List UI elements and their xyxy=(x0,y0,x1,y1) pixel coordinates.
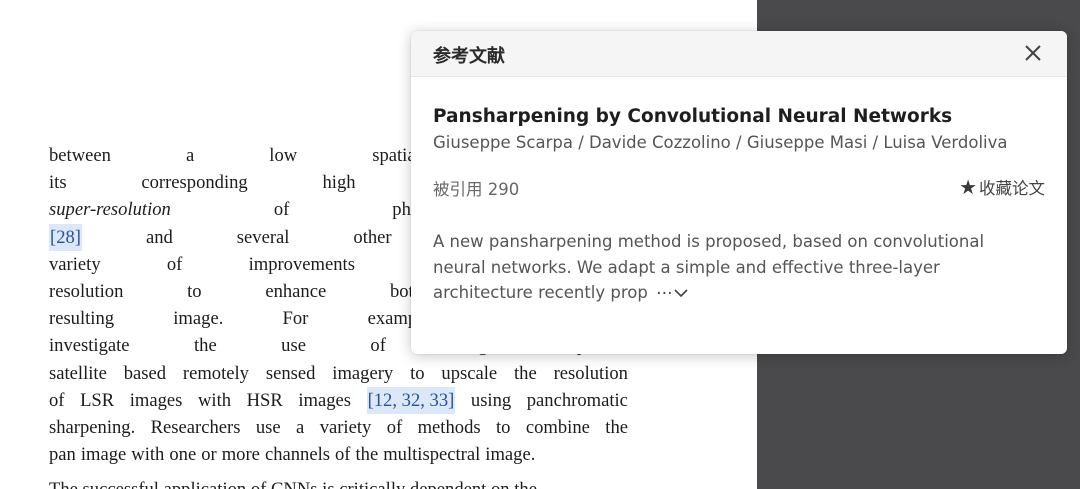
document-word: satellite xyxy=(49,362,107,384)
document-word: based xyxy=(123,362,167,384)
document-word: image. xyxy=(485,444,536,466)
document-word: of xyxy=(166,253,183,275)
document-word: images xyxy=(298,389,351,411)
document-partial-line: The successful application of CNNs is cr… xyxy=(49,476,628,489)
document-word: more xyxy=(221,444,260,466)
document-word: the xyxy=(605,416,628,438)
document-word: variety xyxy=(319,416,372,438)
document-word: For xyxy=(282,308,309,330)
ellipsis: ⋯ xyxy=(656,283,673,302)
document-word: with xyxy=(131,444,165,466)
document-word: of xyxy=(49,389,65,411)
document-word: of xyxy=(386,416,403,438)
document-word: image. xyxy=(173,308,224,330)
document-word: a xyxy=(185,145,195,166)
abstract-line: neural networks. We adapt a simple and e… xyxy=(433,257,940,277)
citation-link[interactable]: [28] xyxy=(49,223,82,251)
document-word: or xyxy=(201,444,217,466)
document-word: low xyxy=(269,145,298,166)
document-word: of xyxy=(335,444,351,466)
document-word: resolution xyxy=(49,280,124,302)
document-word: channels xyxy=(264,444,330,466)
document-word: LSR xyxy=(80,389,115,411)
abstract-line: architecture recently prop ⋯ xyxy=(433,280,1033,306)
document-word: resulting xyxy=(49,308,115,330)
document-word: improvements xyxy=(248,253,355,275)
star-icon: ★ xyxy=(959,175,977,199)
popup-header: 参考文献 xyxy=(411,31,1067,77)
expand-abstract-button[interactable]: ⋯ xyxy=(656,280,689,306)
document-word: to xyxy=(187,280,202,302)
document-word: several xyxy=(236,226,290,248)
document-word: pan xyxy=(49,444,76,466)
document-word: image xyxy=(80,444,127,466)
collect-paper-button[interactable]: ★ 收藏论文 xyxy=(959,175,1045,199)
document-word: images xyxy=(129,389,183,411)
document-word: upscale xyxy=(441,362,498,384)
document-word: of xyxy=(273,199,290,221)
document-word: resolution xyxy=(553,362,628,384)
document-word: sensed xyxy=(265,362,316,384)
document-word: between xyxy=(49,145,111,166)
document-word: variety xyxy=(49,253,101,275)
document-word: a xyxy=(296,416,305,438)
document-word: sharpening. xyxy=(49,416,136,438)
document-word: imagery xyxy=(332,362,394,384)
document-word: investigate xyxy=(49,335,130,357)
document-word: the xyxy=(194,335,217,357)
popup-title: 参考文献 xyxy=(433,46,505,67)
chevron-down-icon xyxy=(674,289,688,297)
reference-popup: 参考文献 Pansharpening by Convolutional Neur… xyxy=(411,31,1067,354)
document-word: panchromatic xyxy=(526,389,628,411)
document-line: of LSR images with HSR images [12, 32, 33] usin… xyxy=(49,386,628,414)
document-word: super-resolution xyxy=(49,199,171,221)
document-word: to xyxy=(410,362,425,384)
abstract-line-text: architecture recently prop xyxy=(433,283,648,302)
abstract-line: A new pansharpening method is proposed, … xyxy=(433,232,985,251)
document-word: the xyxy=(355,444,379,466)
document-word: use xyxy=(281,335,306,357)
document-word: HSR xyxy=(246,389,283,411)
document-word: the xyxy=(514,362,537,384)
document-word: Researchers xyxy=(150,416,241,438)
paper-authors: Giuseppe Scarpa / Davide Cozzolino / Giu… xyxy=(433,133,1008,152)
document-word: one xyxy=(169,444,197,466)
paper-title[interactable]: Pansharpening by Convolutional Neural Ne… xyxy=(433,106,952,127)
close-icon xyxy=(1025,45,1041,61)
document-word: multispectral xyxy=(383,444,481,466)
document-word: enhance xyxy=(265,280,327,302)
document-word: corresponding xyxy=(141,172,248,194)
document-word: of xyxy=(370,335,386,357)
document-word: remotely xyxy=(182,362,249,384)
document-line: pan image with one or more channels of the multis… xyxy=(49,441,628,468)
document-word: combine xyxy=(525,416,590,438)
document-word: with xyxy=(197,389,232,411)
paper-abstract: A new pansharpening method is proposed, … xyxy=(433,229,1033,306)
document-word: use xyxy=(255,416,281,438)
document-word: using xyxy=(470,389,512,411)
document-word: high xyxy=(322,172,356,194)
document-word: methods xyxy=(417,416,481,438)
document-line: sharpening. Researchers use a variety of metho… xyxy=(49,414,628,441)
collect-paper-label: 收藏论文 xyxy=(979,179,1045,198)
citation-link[interactable]: [12, 32, 33] xyxy=(366,386,456,414)
cited-count: 被引用 290 xyxy=(433,180,520,199)
document-word: and xyxy=(145,226,173,248)
document-word: other xyxy=(353,226,392,248)
document-line: satellite based remotely sensed imagery to ups… xyxy=(49,360,628,387)
close-button[interactable] xyxy=(1021,41,1045,65)
document-word: its xyxy=(49,172,67,194)
document-word: to xyxy=(496,416,511,438)
